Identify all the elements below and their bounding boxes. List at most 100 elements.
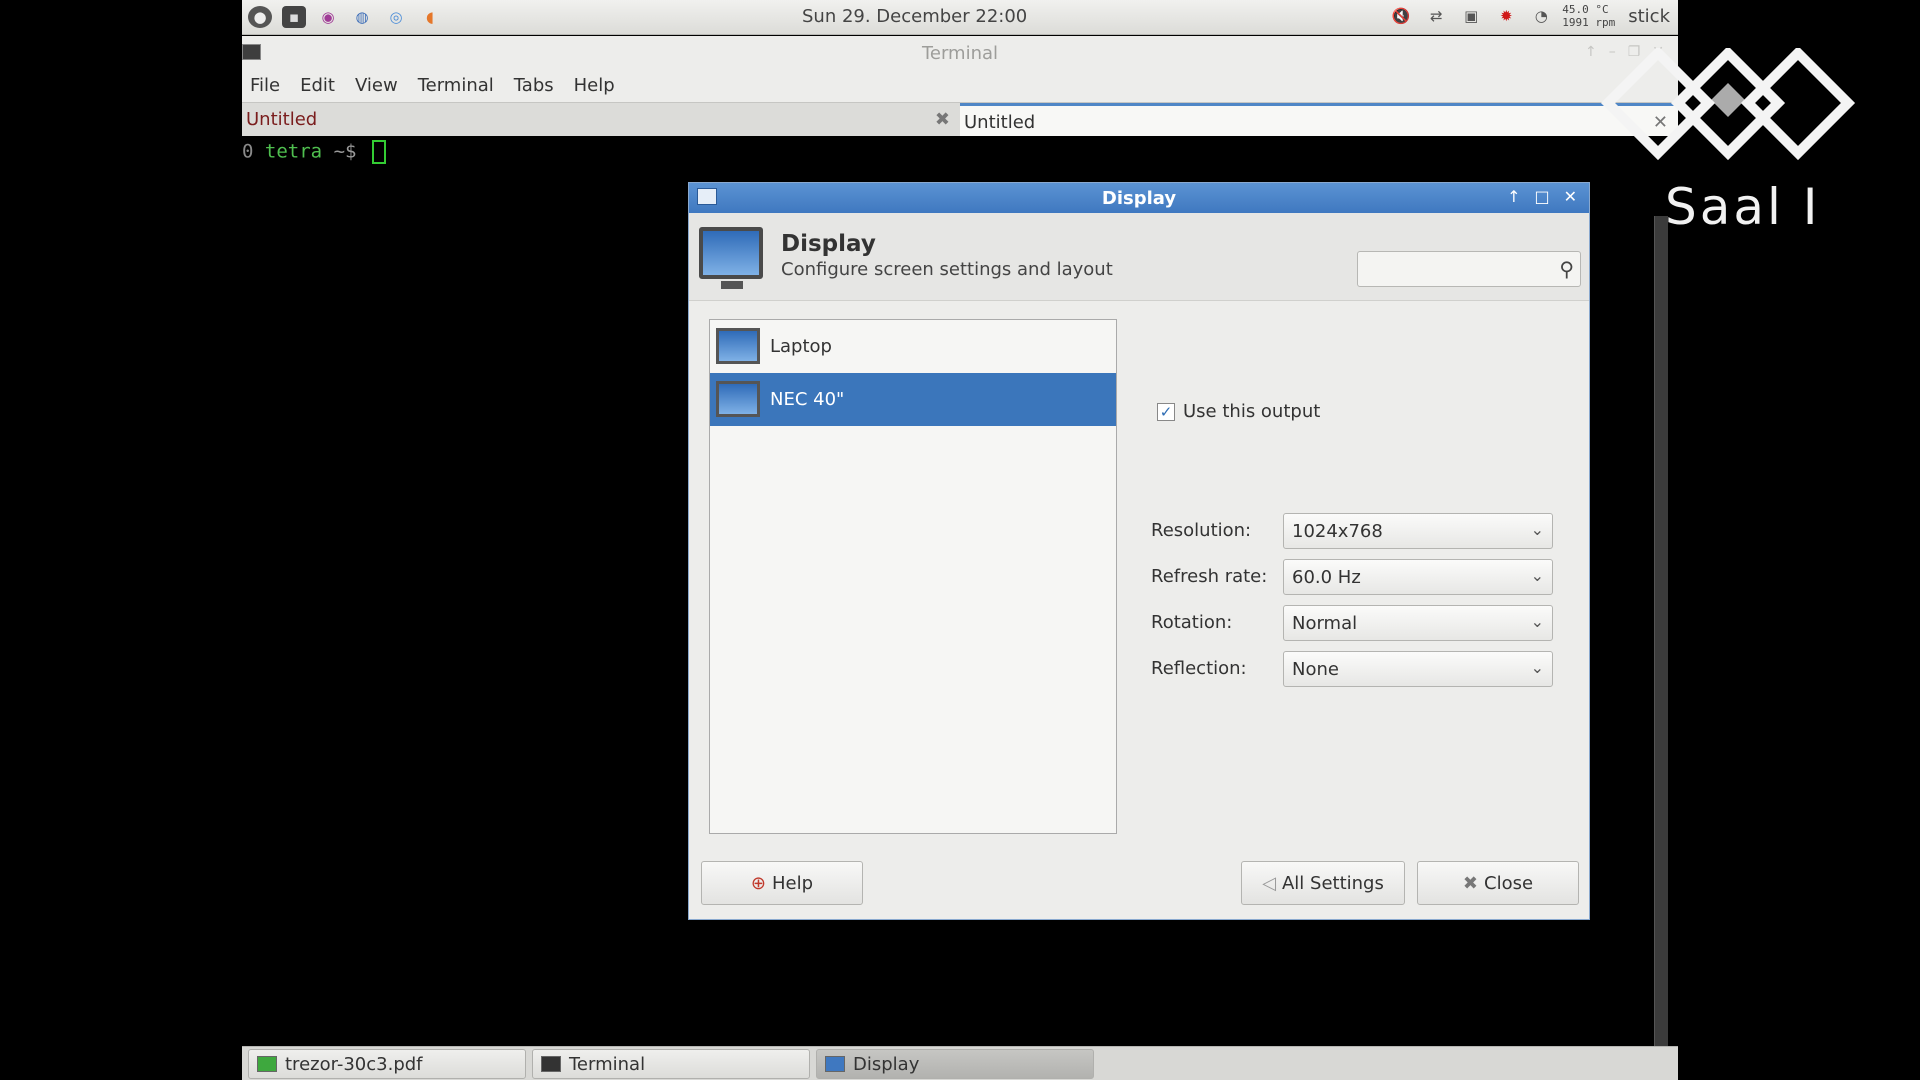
menu-edit[interactable]: Edit <box>298 72 345 102</box>
terminal-title: Terminal <box>921 43 999 64</box>
taskbar-item-pdf[interactable]: trezor-30c3.pdf <box>248 1049 526 1079</box>
terminal-titlebar[interactable]: Terminal ↑ – ❐ ✕ <box>242 36 1678 72</box>
output-label: Laptop <box>770 336 832 357</box>
firefox-launcher-icon[interactable]: ◖ <box>418 6 442 28</box>
tab-label: Untitled <box>246 109 318 130</box>
display-tray-icon[interactable]: ▣ <box>1457 3 1485 29</box>
sensor-readout: 45.0 °C 1991 rpm <box>1562 3 1615 29</box>
browser-launcher-icon[interactable]: ◎ <box>384 6 408 28</box>
menu-help[interactable]: Help <box>572 72 625 102</box>
help-icon: ⊕ <box>750 872 767 894</box>
output-item-nec[interactable]: NEC 40" <box>710 373 1116 426</box>
display-dialog: Display ↑ □ ✕ Display Configure screen s… <box>688 182 1590 920</box>
user-name[interactable]: stick <box>1628 6 1670 27</box>
help-button[interactable]: ⊕ Help <box>701 861 863 905</box>
reflection-row: Reflection: None ⌄ <box>1151 651 1561 687</box>
menu-tabs[interactable]: Tabs <box>512 72 564 102</box>
task-label: Display <box>853 1053 920 1075</box>
email-launcher-icon[interactable]: ◍ <box>350 6 374 28</box>
menu-file[interactable]: File <box>248 72 290 102</box>
resolution-select[interactable]: 1024x768 ⌄ <box>1283 513 1553 549</box>
help-button-label: Help <box>772 872 814 894</box>
output-list: Laptop NEC 40" <box>709 319 1117 834</box>
dialog-header: Display Configure screen settings and la… <box>689 213 1589 301</box>
rotation-row: Rotation: Normal ⌄ <box>1151 605 1561 641</box>
reflection-label: Reflection: <box>1151 658 1247 679</box>
fan-speed: 1991 rpm <box>1562 16 1616 29</box>
checkmark-icon[interactable]: ✓ <box>1157 402 1175 421</box>
terminal-tabbar: Untitled ✖ Untitled ✕ <box>242 102 1678 136</box>
search-icon: ⚲ <box>1559 257 1574 281</box>
back-arrow-icon: ◁ <box>1262 872 1276 894</box>
chevron-down-icon: ⌄ <box>1530 658 1544 677</box>
volume-muted-icon[interactable]: 🔇 <box>1387 3 1415 29</box>
shade-icon[interactable]: ↑ <box>1585 44 1597 60</box>
output-label: NEC 40" <box>770 389 845 410</box>
network-icon[interactable]: ⇄ <box>1422 3 1450 29</box>
refresh-rate-row: Refresh rate: 60.0 Hz ⌄ <box>1151 559 1561 595</box>
close-button-label: Close <box>1484 872 1534 894</box>
rotation-label: Rotation: <box>1151 612 1233 633</box>
reflection-value: None <box>1292 659 1339 680</box>
terminal-cursor <box>371 140 386 164</box>
monitor-icon <box>825 1056 845 1072</box>
rotation-value: Normal <box>1292 613 1358 634</box>
close-x-icon: ✖ <box>1462 872 1479 894</box>
use-output-checkbox[interactable]: ✓ Use this output <box>1157 401 1320 422</box>
monitor-icon <box>716 381 760 417</box>
launcher-group: ● ▪ ◉ ◍ ◎ ◖ <box>248 6 442 28</box>
sensors-icon[interactable]: ◔ <box>1527 3 1555 29</box>
monitor-icon <box>716 328 760 364</box>
refresh-rate-select[interactable]: 60.0 Hz ⌄ <box>1283 559 1553 595</box>
reflection-select[interactable]: None ⌄ <box>1283 651 1553 687</box>
taskbar-item-terminal[interactable]: Terminal <box>532 1049 810 1079</box>
shell-prompt[interactable]: 0 tetra ~$ <box>242 136 1678 164</box>
refresh-rate-label: Refresh rate: <box>1151 566 1268 587</box>
display-monitor-icon <box>699 227 763 289</box>
use-output-label: Use this output <box>1183 401 1321 422</box>
close-icon[interactable]: ✕ <box>1564 187 1577 206</box>
terminal-tab-1[interactable]: Untitled ✖ <box>242 103 960 136</box>
tab-label: Untitled <box>964 112 1036 133</box>
system-tray: 🔇 ⇄ ▣ ✹ ◔ 45.0 °C 1991 rpm stick <box>1387 3 1670 29</box>
pdf-viewer-launcher-icon[interactable]: ◉ <box>316 6 340 28</box>
settings-search-input[interactable]: ⚲ <box>1357 251 1581 287</box>
close-button[interactable]: ✖ Close <box>1417 861 1579 905</box>
terminal-icon <box>541 1056 561 1072</box>
task-label: trezor-30c3.pdf <box>285 1053 423 1075</box>
terminal-menubar: File Edit View Terminal Tabs Help <box>242 72 1678 102</box>
resolution-label: Resolution: <box>1151 520 1252 541</box>
shade-icon[interactable]: ↑ <box>1507 187 1520 206</box>
chevron-down-icon: ⌄ <box>1530 612 1544 631</box>
prompt-host: tetra <box>264 140 323 163</box>
taskbar-item-display[interactable]: Display <box>816 1049 1094 1079</box>
header-title: Display <box>781 231 876 257</box>
all-settings-button[interactable]: ◁ All Settings <box>1241 861 1405 905</box>
task-label: Terminal <box>569 1053 646 1075</box>
update-alert-icon[interactable]: ✹ <box>1492 3 1520 29</box>
prompt-dir: ~$ <box>333 140 357 163</box>
panel-clock[interactable]: Sun 29. December 22:00 <box>802 6 1027 27</box>
dialog-window-controls: ↑ □ ✕ <box>1507 187 1577 206</box>
rotation-select[interactable]: Normal ⌄ <box>1283 605 1553 641</box>
header-subtitle: Configure screen settings and layout <box>781 259 1113 280</box>
close-tab-icon[interactable]: ✖ <box>935 109 950 130</box>
chevron-down-icon: ⌄ <box>1530 520 1544 539</box>
dialog-titlebar[interactable]: Display ↑ □ ✕ <box>689 183 1589 213</box>
terminal-tab-2[interactable]: Untitled ✕ <box>960 103 1678 136</box>
resolution-row: Resolution: 1024x768 ⌄ <box>1151 513 1561 549</box>
terminal-scrollbar[interactable] <box>1654 216 1668 1076</box>
venue-logo-text: Saal I <box>1665 178 1821 236</box>
prompt-status: 0 <box>242 140 254 163</box>
terminal-launcher-icon[interactable]: ▪ <box>282 6 306 28</box>
desktop: ● ▪ ◉ ◍ ◎ ◖ Sun 29. December 22:00 🔇 ⇄ ▣… <box>0 0 1920 1080</box>
output-item-laptop[interactable]: Laptop <box>710 320 1116 373</box>
app-menu-icon[interactable]: ● <box>248 6 272 28</box>
cpu-temperature: 45.0 °C <box>1562 3 1609 16</box>
maximize-icon[interactable]: □ <box>1534 187 1549 206</box>
refresh-rate-value: 60.0 Hz <box>1292 567 1361 588</box>
menu-view[interactable]: View <box>353 72 408 102</box>
menu-terminal[interactable]: Terminal <box>416 72 504 102</box>
chevron-down-icon: ⌄ <box>1530 566 1544 585</box>
top-panel: ● ▪ ◉ ◍ ◎ ◖ Sun 29. December 22:00 🔇 ⇄ ▣… <box>242 0 1678 35</box>
